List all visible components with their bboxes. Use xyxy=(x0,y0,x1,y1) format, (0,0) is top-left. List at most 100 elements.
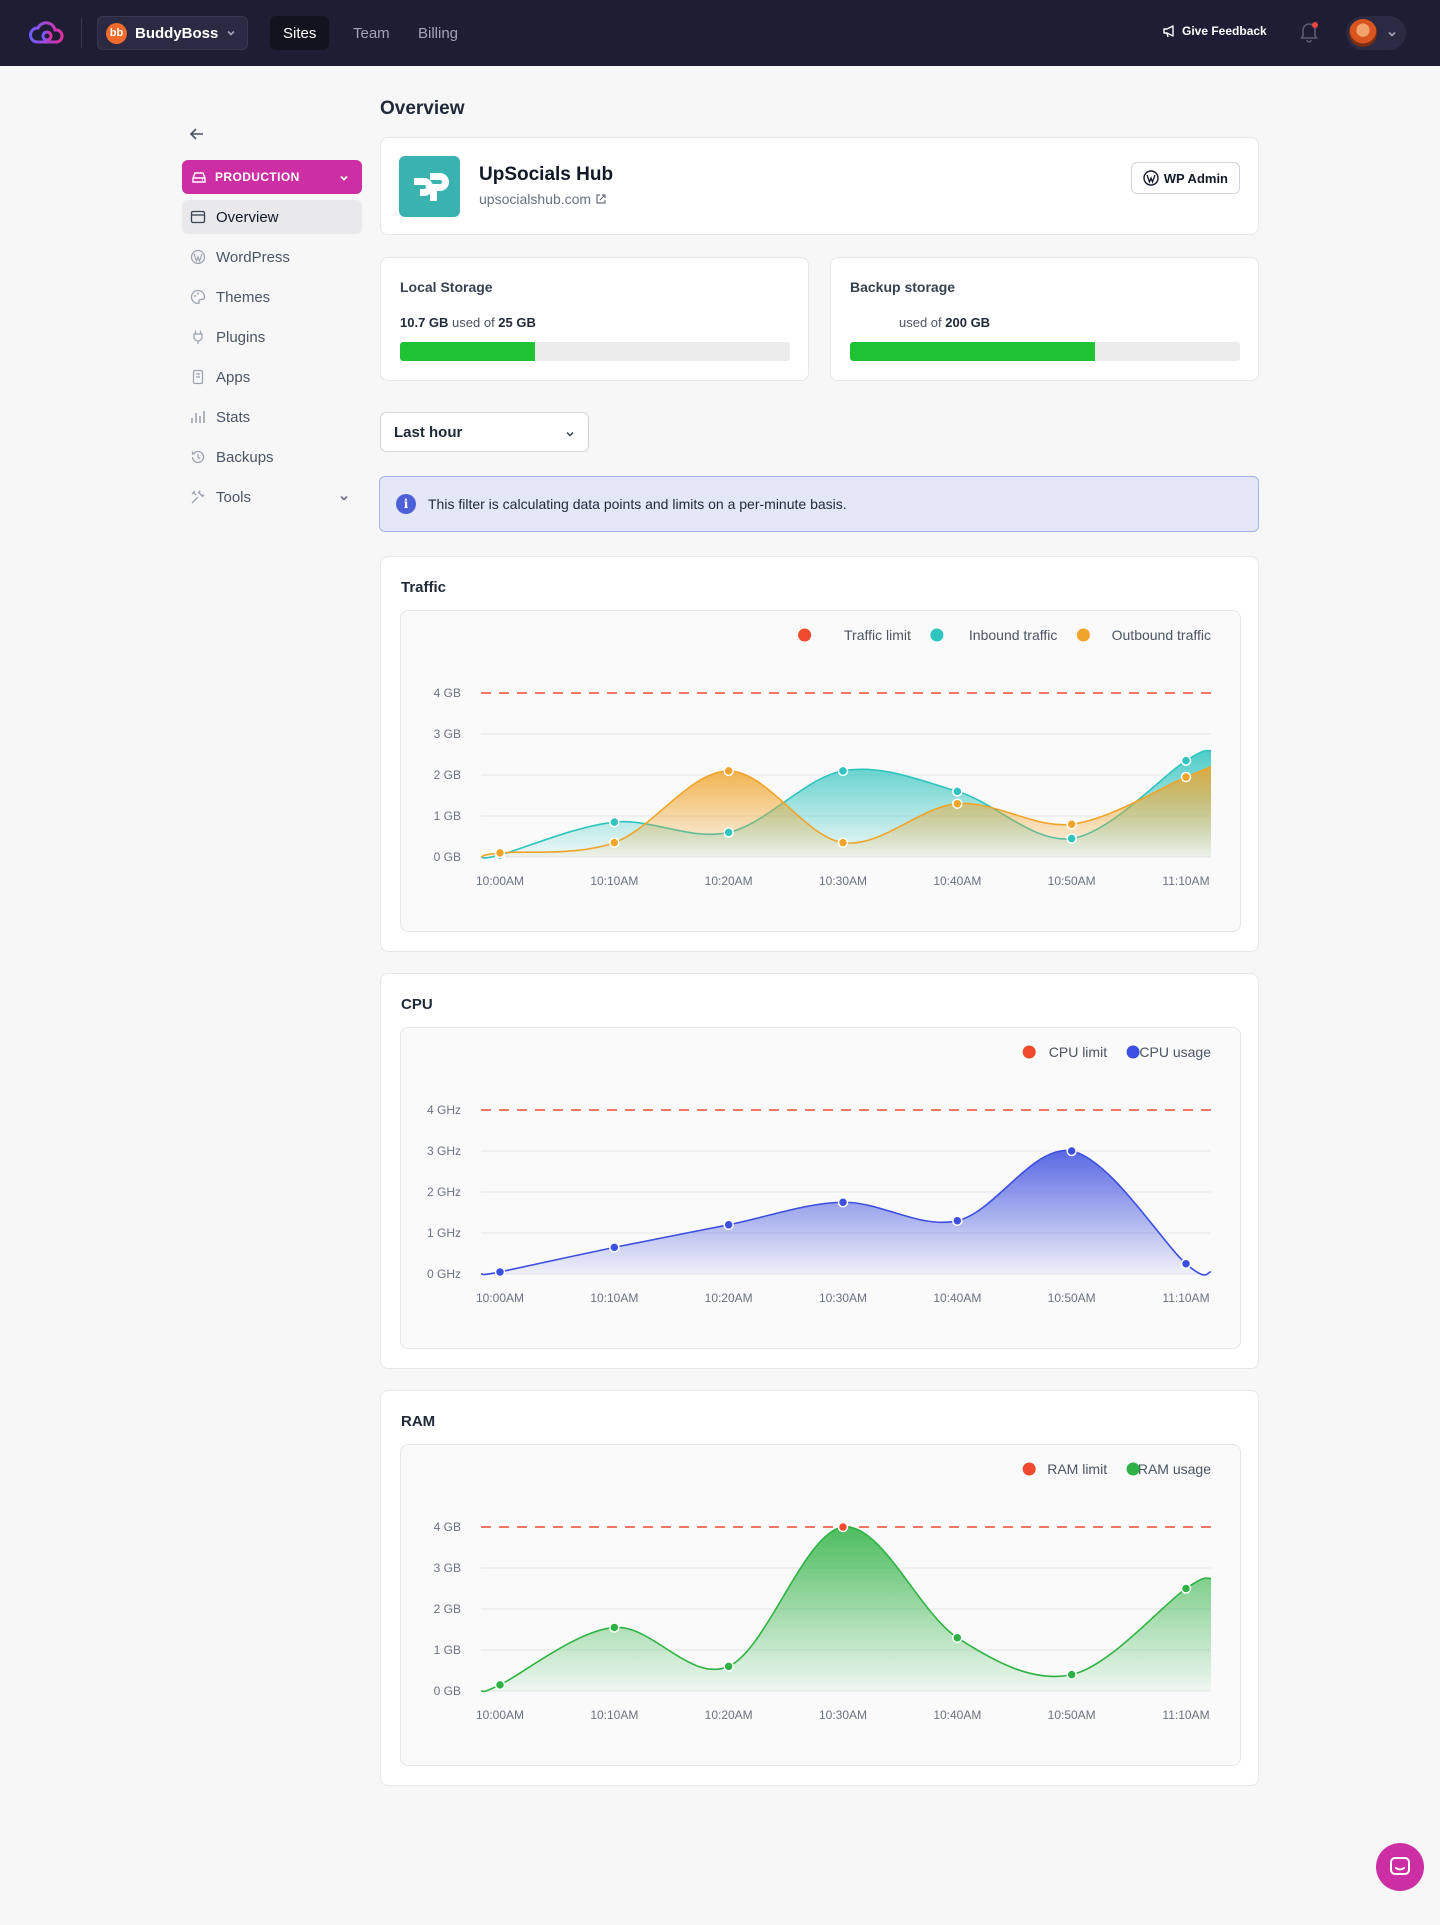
sidebar-item-wordpress[interactable]: WordPress xyxy=(182,240,362,274)
megaphone-icon xyxy=(1163,25,1174,38)
wp-admin-button[interactable]: WP Admin xyxy=(1130,162,1240,194)
tools-icon xyxy=(190,489,206,505)
data-point[interactable] xyxy=(1180,755,1192,766)
data-point[interactable] xyxy=(837,837,849,848)
data-point[interactable] xyxy=(723,827,734,838)
info-icon: i xyxy=(396,494,416,514)
x-tick-label: 10:10AM xyxy=(590,1291,638,1305)
chat-icon xyxy=(1390,1857,1410,1875)
x-tick-label: 10:30AM xyxy=(819,1708,867,1722)
x-tick-label: 10:40AM xyxy=(933,1291,981,1305)
data-point[interactable] xyxy=(609,837,620,848)
data-point[interactable] xyxy=(1066,818,1077,830)
sidebar-item-backups[interactable]: Backups xyxy=(182,440,362,474)
legend-swatch xyxy=(1022,1462,1036,1476)
site-card: UpSocials Hub upsocialshub.com WP Admin xyxy=(380,137,1259,235)
storage-total: 200 GB xyxy=(945,315,991,330)
environment-select[interactable]: PRODUCTION xyxy=(182,160,362,194)
x-tick-label: 10:10AM xyxy=(590,874,638,888)
site-url: upsocialshub.com xyxy=(479,191,592,207)
x-tick-label: 10:10AM xyxy=(590,1708,638,1722)
data-point[interactable] xyxy=(952,1215,963,1226)
y-tick-label: 1 GHz xyxy=(427,1226,461,1240)
chart-panel: 0 GB 1 GB 2 GB 3 GB 4 GB 10:00AM 10:10AM 10:20A… xyxy=(400,1444,1241,1766)
data-point[interactable] xyxy=(837,1197,849,1208)
data-point[interactable] xyxy=(1066,1145,1077,1157)
chevron-down-icon xyxy=(340,175,348,181)
give-feedback-button[interactable]: Give Feedback xyxy=(1162,24,1267,38)
organization-select[interactable]: bb BuddyBoss xyxy=(97,16,248,50)
data-point[interactable] xyxy=(723,1219,734,1231)
sidebar-item-stats[interactable]: Stats xyxy=(182,400,362,434)
back-arrow-icon[interactable] xyxy=(188,125,206,143)
storage-usage: used of 200 GB xyxy=(899,315,990,330)
x-tick-label: 10:20AM xyxy=(705,1291,753,1305)
cloud-logo-icon[interactable] xyxy=(28,18,66,48)
info-banner-text: This filter is calculating data points a… xyxy=(428,496,847,512)
legend-swatch xyxy=(1126,1462,1140,1476)
data-point[interactable] xyxy=(952,786,963,797)
sidebar-item-apps[interactable]: Apps xyxy=(182,360,362,394)
sidebar-item-tools[interactable]: Tools xyxy=(182,480,362,514)
wordpress-icon xyxy=(1143,170,1159,186)
sidebar-item-label: Overview xyxy=(216,208,279,226)
storage-used-text: used of xyxy=(899,315,946,330)
x-tick-label: 10:50AM xyxy=(1048,1708,1096,1722)
environment-label: PRODUCTION xyxy=(215,170,300,184)
site-url-link[interactable]: upsocialshub.com xyxy=(479,191,607,207)
bar-chart-icon xyxy=(190,409,206,425)
org-name: BuddyBoss xyxy=(135,24,219,42)
chevron-down-icon xyxy=(566,431,574,437)
data-point[interactable] xyxy=(1066,1669,1077,1680)
ram-chart-card: RAM 0 GB 1 GB 2 GB 3 GB 4 GB 10:00AM 10:10AM 10… xyxy=(380,1390,1259,1786)
sidebar-item-themes[interactable]: Themes xyxy=(182,280,362,314)
sidebar-item-label: Apps xyxy=(216,368,251,386)
tab-sites[interactable]: Sites xyxy=(270,16,330,50)
chevron-down-icon xyxy=(1388,31,1396,37)
data-point[interactable] xyxy=(609,816,620,828)
local-storage-card: Local Storage 10.7 GB used of 25 GB xyxy=(380,257,809,381)
data-point[interactable] xyxy=(1180,1258,1192,1269)
x-tick-label: 10:50AM xyxy=(1048,1291,1096,1305)
data-point[interactable] xyxy=(1180,1583,1192,1594)
data-point[interactable] xyxy=(952,798,963,809)
sidebar-item-label: WordPress xyxy=(216,248,290,266)
site-name: UpSocials Hub xyxy=(479,164,614,185)
data-point[interactable] xyxy=(1180,771,1192,783)
data-point[interactable] xyxy=(1066,833,1077,844)
chat-button[interactable] xyxy=(1376,1843,1424,1891)
y-tick-label: 3 GHz xyxy=(427,1144,461,1158)
data-point[interactable] xyxy=(837,765,849,777)
user-menu[interactable] xyxy=(1346,16,1406,50)
data-point[interactable] xyxy=(723,765,734,777)
y-tick-label: 1 GB xyxy=(434,809,461,823)
traffic-chart-card: Traffic 0 GB 1 GB 2 GB 3 GB 4 GB 10:00AM 10:10… xyxy=(380,556,1259,952)
legend-swatch xyxy=(1076,628,1090,642)
x-tick-label: 10:30AM xyxy=(819,874,867,888)
x-tick-label: 10:40AM xyxy=(933,1708,981,1722)
backup-storage-card: Backup storage used of 200 GB xyxy=(830,257,1259,381)
data-point[interactable] xyxy=(494,1266,506,1278)
data-point[interactable] xyxy=(837,1521,849,1533)
cpu-chart-card: CPU 0 GHz 1 GHz 2 GHz 3 GHz 4 GHz 10:00AM 10:1… xyxy=(380,973,1259,1369)
data-point[interactable] xyxy=(723,1661,734,1672)
data-point[interactable] xyxy=(609,1242,620,1253)
time-range-select[interactable]: Last hour xyxy=(380,412,589,452)
data-point[interactable] xyxy=(952,1632,963,1643)
chart-title: Traffic xyxy=(401,579,447,596)
data-point[interactable] xyxy=(494,847,506,859)
tab-billing[interactable]: Billing xyxy=(405,16,471,50)
wp-admin-label: WP Admin xyxy=(1163,170,1228,186)
sidebar-item-label: Tools xyxy=(216,488,252,506)
sidebar-item-overview[interactable]: Overview xyxy=(182,200,362,234)
legend-label: Outbound traffic xyxy=(1112,627,1211,643)
y-tick-label: 2 GB xyxy=(434,768,461,782)
storage-progress-fill xyxy=(850,342,1095,361)
y-tick-label: 0 GHz xyxy=(427,1267,461,1281)
ram-chart: 0 GB 1 GB 2 GB 3 GB 4 GB 10:00AM 10:10AM 10:20A… xyxy=(434,1461,1212,1722)
data-point[interactable] xyxy=(609,1622,620,1633)
data-point[interactable] xyxy=(494,1679,506,1691)
info-banner: i This filter is calculating data points… xyxy=(379,476,1259,532)
sidebar-item-plugins[interactable]: Plugins xyxy=(182,320,362,354)
tab-team[interactable]: Team xyxy=(340,16,403,50)
